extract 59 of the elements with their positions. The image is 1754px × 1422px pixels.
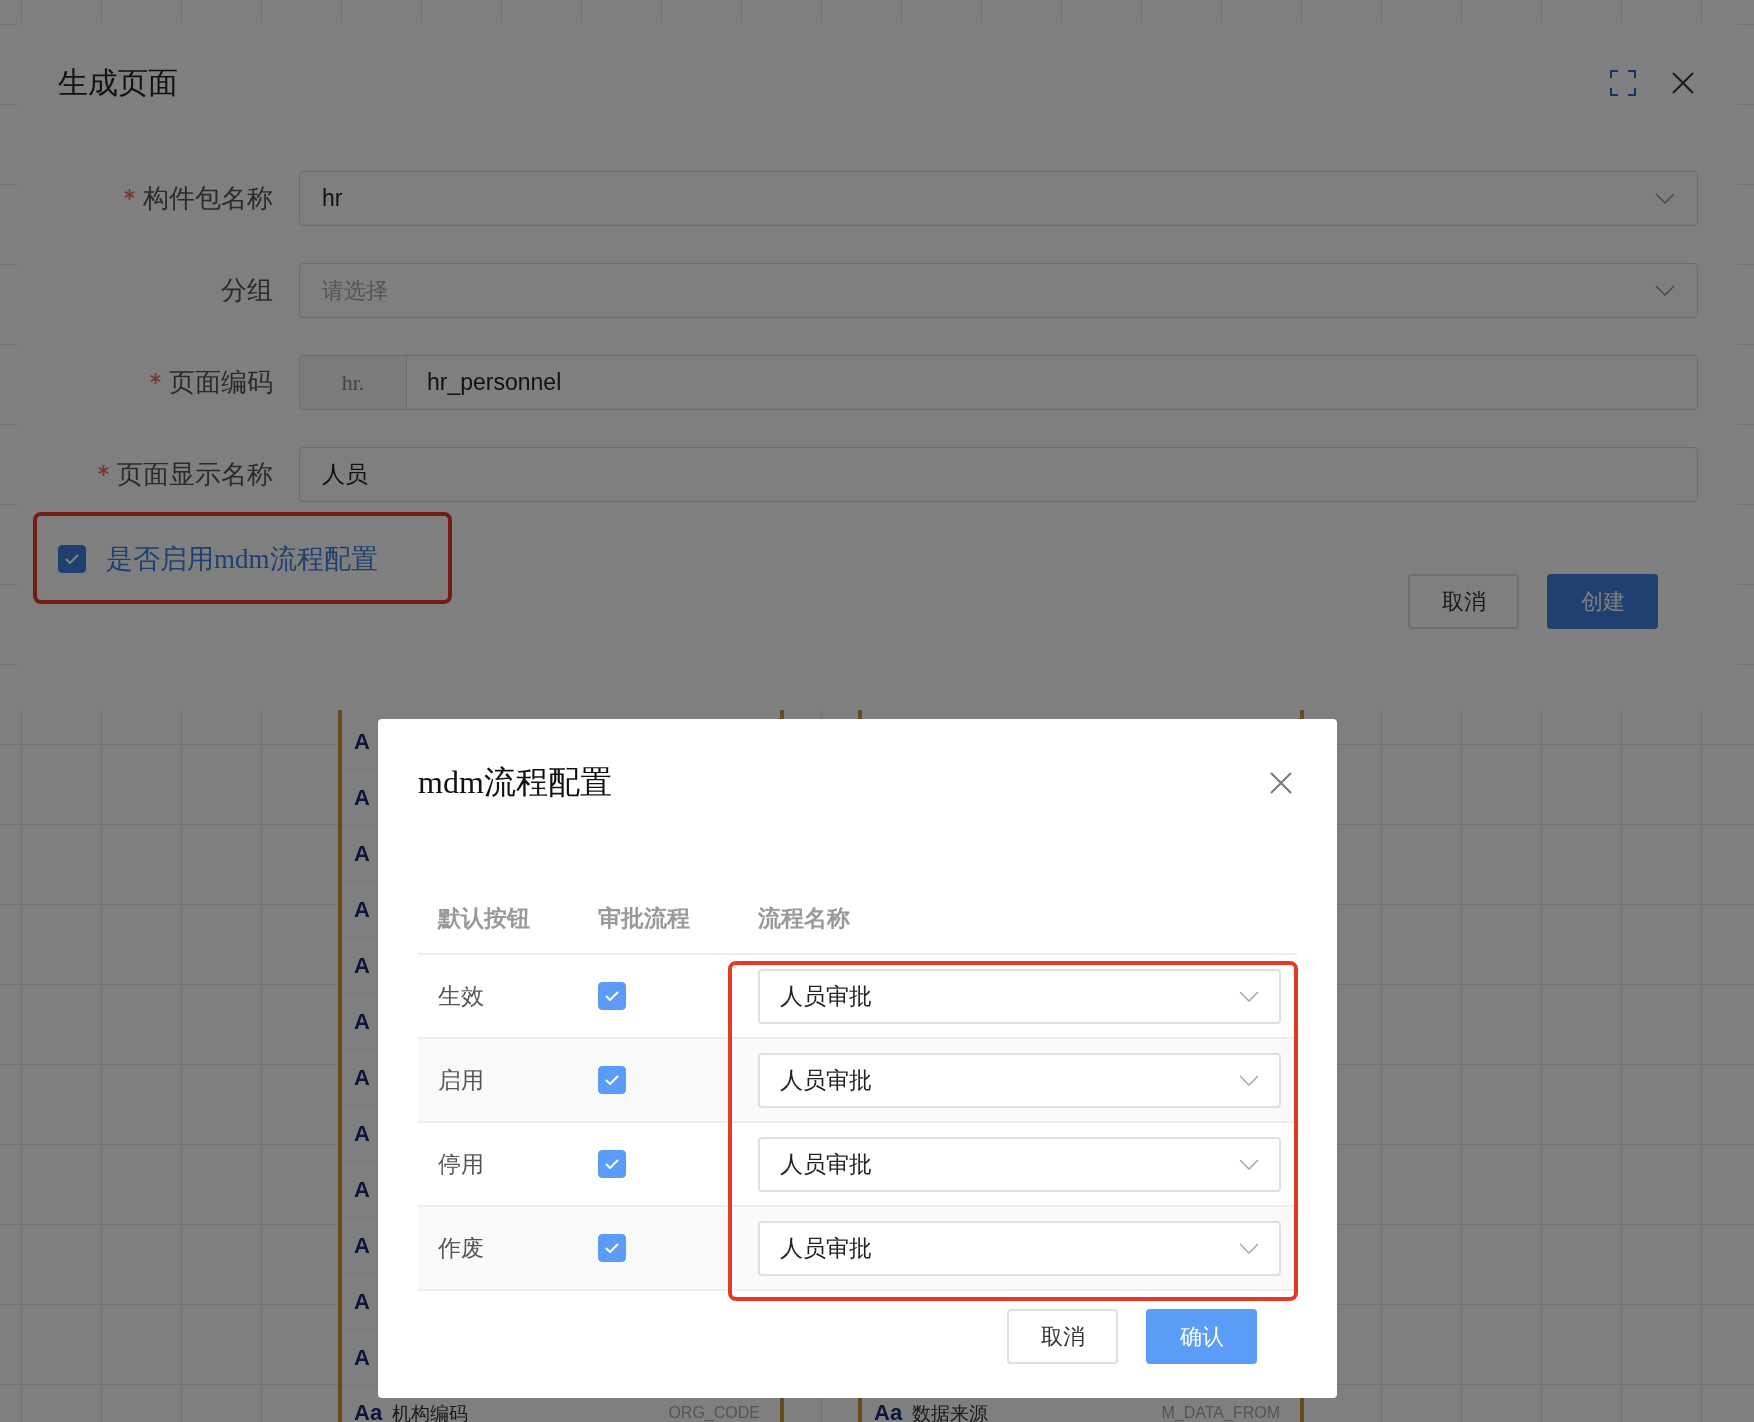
check-icon — [605, 1243, 619, 1253]
text-type-label: A — [354, 730, 370, 753]
select-field[interactable]: 人员审批 — [758, 968, 1281, 1024]
text-type-label: A — [354, 1010, 370, 1033]
table-cell-text: 停用 — [437, 1152, 485, 1176]
text-type-label: Aa — [874, 1402, 903, 1422]
check-icon — [605, 1159, 619, 1169]
input-field[interactable]: 人员 — [299, 447, 1698, 502]
check-icon — [605, 1075, 619, 1085]
checkbox[interactable] — [58, 545, 86, 573]
field-name: 机构编码 — [392, 1402, 469, 1422]
select-field[interactable]: 人员审批 — [758, 1052, 1281, 1108]
select-field[interactable]: 人员审批 — [758, 1220, 1281, 1276]
checkbox[interactable] — [598, 1066, 626, 1094]
text-type-label: A — [354, 898, 370, 921]
checkbox-label[interactable]: 是否启用mdm流程配置 — [106, 541, 378, 577]
cancel-button[interactable]: 取消 — [1408, 574, 1519, 629]
close-icon[interactable] — [1672, 72, 1694, 94]
dialog-title: 生成页面 — [58, 63, 178, 102]
field-label: 页面编码 — [169, 366, 273, 399]
text-type-label: A — [354, 1122, 370, 1145]
chevron-down-icon — [1239, 1074, 1259, 1086]
cancel-button[interactable]: 取消 — [1007, 1309, 1118, 1364]
chevron-down-icon — [1655, 285, 1675, 296]
field-label: 分组 — [221, 274, 273, 307]
chevron-down-icon — [1655, 193, 1675, 204]
confirm-button[interactable]: 确认 — [1146, 1309, 1257, 1364]
column-header: 流程名称 — [757, 903, 851, 933]
text-type-label: A — [354, 1290, 370, 1313]
select-field[interactable]: hr — [299, 171, 1698, 226]
dialog-title: mdm流程配置 — [418, 763, 612, 802]
chevron-down-icon — [1239, 1242, 1259, 1254]
create-button[interactable]: 创建 — [1547, 574, 1658, 629]
close-icon[interactable] — [1270, 772, 1292, 794]
text-type-label: A — [354, 842, 370, 865]
chevron-down-icon — [1239, 1158, 1259, 1170]
text-type-label: A — [354, 954, 370, 977]
text-type-label: A — [354, 1178, 370, 1201]
field-name: 数据来源 — [912, 1402, 989, 1422]
checkbox[interactable] — [598, 982, 626, 1010]
table-cell-text: 启用 — [437, 1068, 485, 1092]
column-header: 审批流程 — [597, 903, 691, 933]
text-type-label: A — [354, 786, 370, 809]
field-label: 页面显示名称 — [117, 458, 273, 491]
fullscreen-icon[interactable] — [1610, 70, 1636, 96]
text-type-label: A — [354, 1346, 370, 1369]
table-cell-text: 生效 — [437, 984, 485, 1008]
select-field[interactable]: 人员审批 — [758, 1136, 1281, 1192]
chevron-down-icon — [1239, 990, 1259, 1002]
text-type-label: Aa — [354, 1402, 383, 1422]
field-label: 构件包名称 — [143, 182, 273, 215]
check-icon — [65, 554, 79, 564]
check-icon — [605, 991, 619, 1001]
column-header: 默认按钮 — [436, 903, 531, 933]
text-type-label: A — [354, 1234, 370, 1257]
table-cell-text: 作废 — [437, 1236, 485, 1260]
text-type-label: A — [354, 1066, 370, 1089]
checkbox[interactable] — [598, 1234, 626, 1262]
checkbox[interactable] — [598, 1150, 626, 1178]
